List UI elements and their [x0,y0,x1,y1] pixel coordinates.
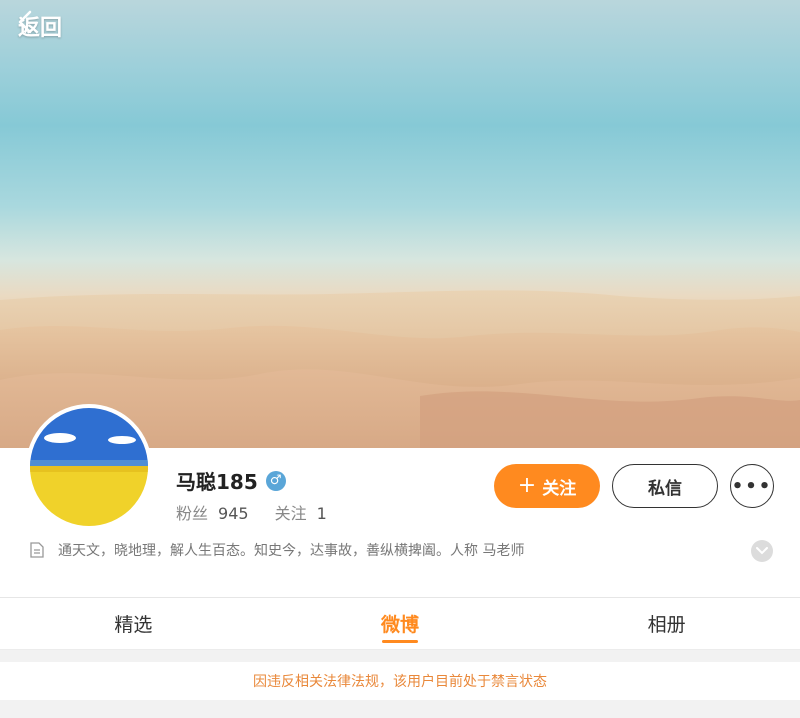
chevron-down-icon [756,547,768,555]
male-gender-icon: ♂ [265,470,286,491]
following-value: 1 [316,504,327,523]
tab-album[interactable]: 相册 [533,598,800,649]
expand-bio-button[interactable] [751,540,773,562]
cover-image: 返回 [0,0,800,448]
tab-featured-label: 精选 [114,614,153,636]
fans-count[interactable]: 粉丝 945 [176,500,249,524]
ban-notice-text: 因违反相关法律法规，该用户目前处于禁言状态 [253,674,547,690]
fans-label: 粉丝 [176,504,209,523]
chevron-left-icon [18,10,32,34]
avatar-image [30,408,148,526]
profile-card: 马聪185 ♂ 粉丝 945 关注 1 + 关注 私信 ••• 通天文，晓地理，解人… [0,404,800,598]
more-dots-icon: ••• [731,475,773,497]
profile-tabs: 精选 微博 相册 [0,598,800,650]
tab-weibo-label: 微博 [381,614,420,636]
tab-album-label: 相册 [647,614,686,636]
following-label: 关注 [274,504,307,523]
document-icon [30,542,44,558]
beach-sand-image [0,290,800,448]
follow-label: 关注 [542,478,577,499]
follow-button[interactable]: + 关注 [494,464,600,508]
fans-value: 945 [218,504,249,523]
tab-weibo[interactable]: 微博 [267,598,534,649]
more-button[interactable]: ••• [730,464,774,508]
following-count[interactable]: 关注 1 [275,500,327,524]
ban-notice: 因违反相关法律法规，该用户目前处于禁言状态 [0,662,800,700]
user-name: 马聪185 [176,470,258,494]
bio-text: 通天文，晓地理，解人生百态。知史今，达事故，善纵横捭阖。人称 马老师 [58,543,525,559]
message-label: 私信 [648,478,682,499]
back-button[interactable]: 返回 [18,10,62,42]
tab-featured[interactable]: 精选 [0,598,267,649]
plus-icon: + [517,473,537,498]
avatar[interactable] [26,404,152,530]
message-button[interactable]: 私信 [612,464,718,508]
bio: 通天文，晓地理，解人生百态。知史今，达事故，善纵横捭阖。人称 马老师 [30,540,524,560]
